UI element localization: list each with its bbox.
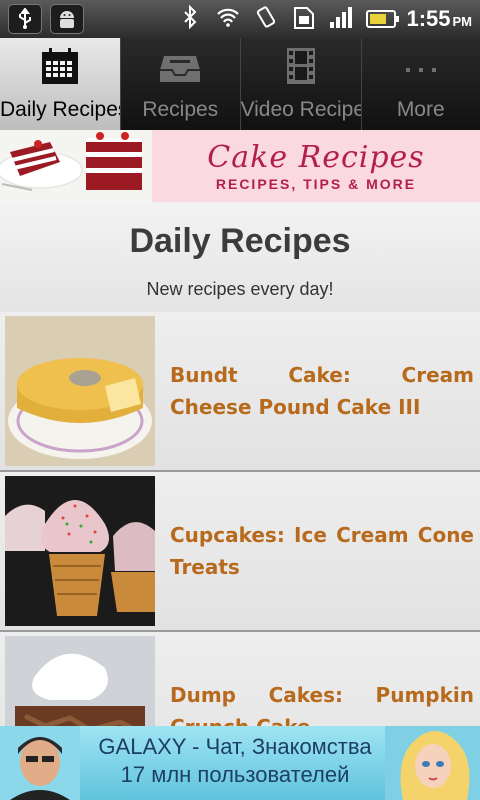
list-item[interactable]: Cupcakes: Ice Cream Cone Treats	[0, 472, 480, 632]
list-item[interactable]: Dump Cakes: Pumpkin Crunch Cake	[0, 632, 480, 726]
banner-text: Cake Recipes RECIPES, TIPS & MORE	[152, 130, 480, 202]
ad-avatar-image	[0, 726, 80, 800]
list-header: Daily Recipes New recipes every day!	[0, 202, 480, 312]
tab-label: More	[396, 98, 445, 121]
recipe-thumbnail-cupcakes	[5, 476, 155, 626]
page-title: Daily Recipes	[129, 222, 351, 260]
signal-icon	[328, 4, 356, 35]
bluetooth-icon	[176, 4, 204, 34]
tab-video-recipe[interactable]: Video Recipe	[239, 38, 361, 130]
vibrate-icon	[252, 5, 280, 34]
more-icon	[405, 68, 436, 72]
recipe-thumbnail-dump-cakes	[5, 636, 155, 726]
android-debug-icon	[50, 4, 84, 34]
ad-headline: GALAXY - Чат, Знакомства	[98, 734, 372, 759]
list-item[interactable]: Bundt Cake: Cream Cheese Pound Cake III	[0, 312, 480, 472]
ad-banner[interactable]: GALAXY - Чат, Знакомства 17 млн пользова…	[0, 726, 480, 800]
tab-daily-recipes[interactable]: Daily Recipes	[0, 38, 120, 130]
tab-recipes[interactable]: Recipes	[120, 38, 240, 130]
inbox-icon	[160, 56, 201, 82]
recipe-title: Cupcakes: Ice Cream Cone Treats	[170, 523, 474, 579]
tab-bar: Daily Recipes Recipes Video Recipe More	[0, 38, 480, 130]
ad-girl-image	[385, 726, 480, 800]
usb-icon	[8, 4, 42, 34]
sim-icon	[290, 4, 318, 35]
tab-more[interactable]: More	[360, 38, 480, 130]
banner-cake-image	[0, 130, 152, 202]
recipe-thumbnail-bundt-cake	[5, 316, 155, 466]
tab-label: Video Recipe	[240, 98, 361, 121]
tab-label: Daily Recipes	[0, 98, 120, 121]
ad-tagline: 17 млн пользователей	[120, 762, 350, 787]
clock: 1:55 PM	[406, 6, 472, 31]
calendar-icon	[42, 48, 78, 84]
film-icon	[286, 48, 315, 84]
recipe-title: Dump Cakes: Pumpkin Crunch Cake	[170, 683, 474, 726]
battery-charging-icon	[366, 10, 400, 28]
status-bar: 1:55 PM	[0, 0, 480, 38]
page-subtitle: New recipes every day!	[146, 279, 334, 299]
banner-title: Cake Recipes	[207, 140, 425, 175]
recipe-list-screen: Daily Recipes New recipes every day! Bun…	[0, 202, 480, 726]
wifi-icon	[214, 6, 242, 33]
ad-text: GALAXY - Чат, Знакомства 17 млн пользова…	[80, 734, 390, 788]
tab-label: Recipes	[142, 98, 219, 121]
banner-subtitle: RECIPES, TIPS & MORE	[215, 176, 417, 192]
recipe-title: Bundt Cake: Cream Cheese Pound Cake III	[170, 363, 474, 419]
cake-recipes-banner[interactable]: Cake Recipes RECIPES, TIPS & MORE	[0, 130, 480, 202]
